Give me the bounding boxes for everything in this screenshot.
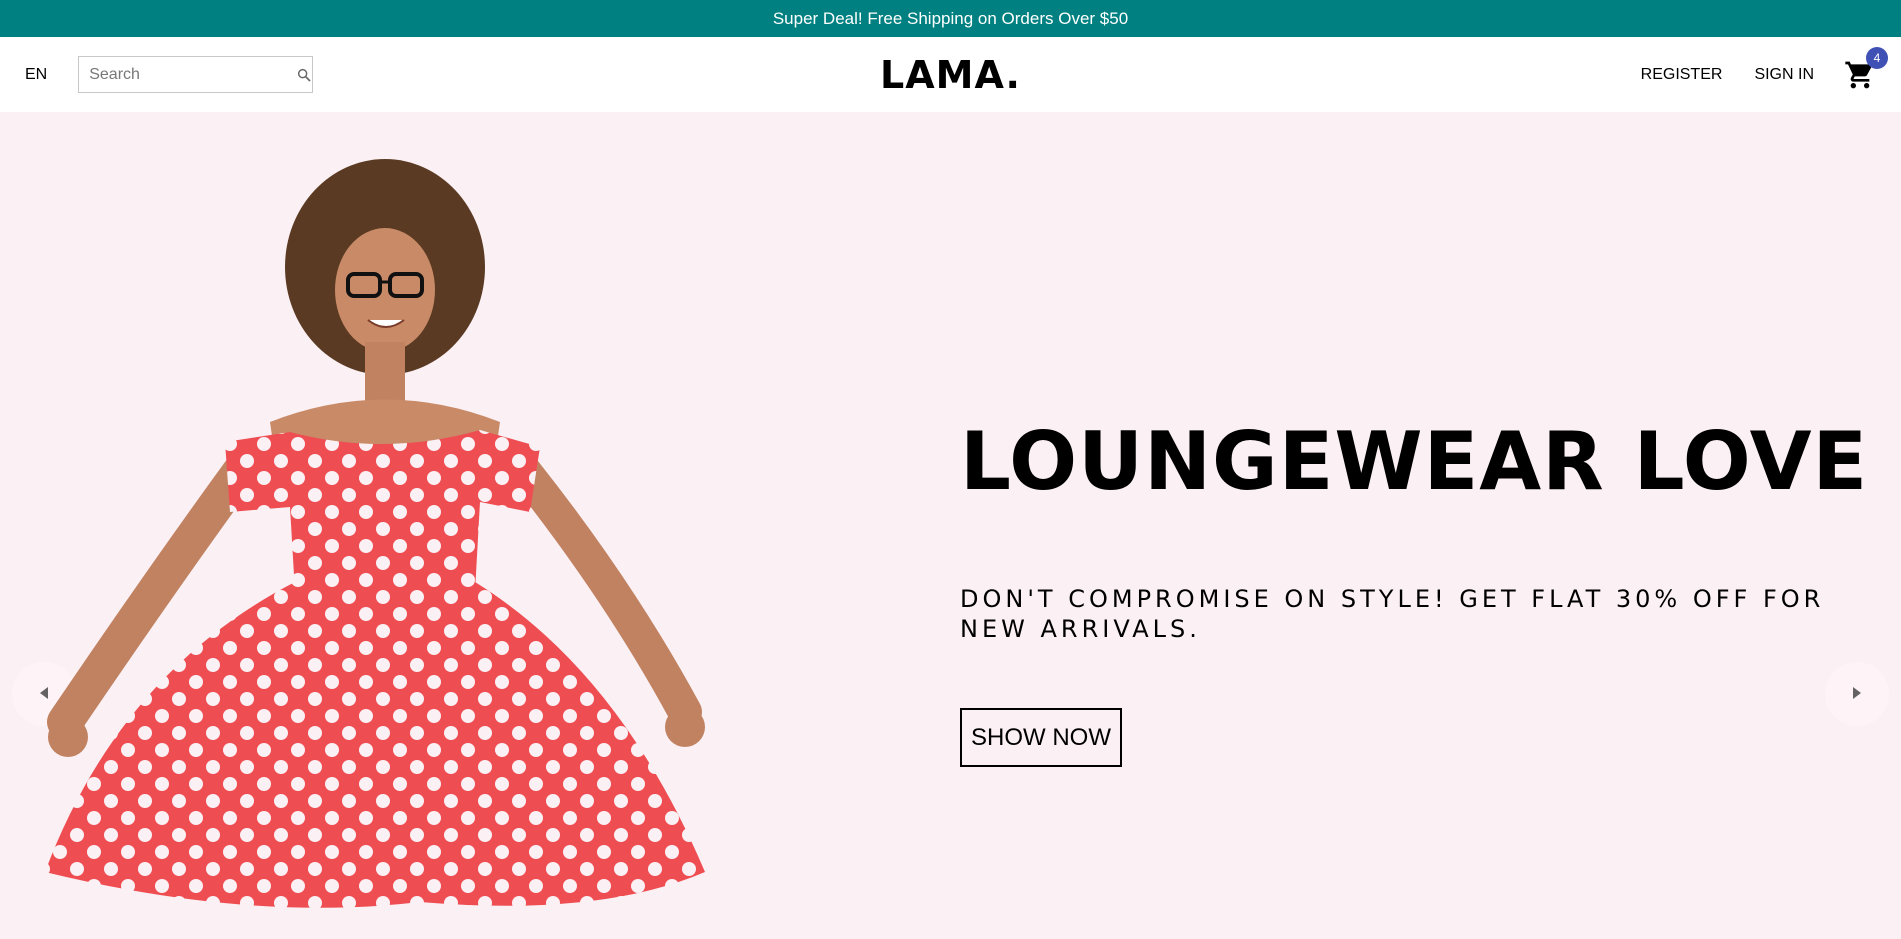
search-icon[interactable] <box>296 67 312 83</box>
language-selector[interactable]: EN <box>25 66 47 84</box>
signin-link[interactable]: SIGN IN <box>1754 66 1814 84</box>
slider-next-button[interactable] <box>1825 662 1889 726</box>
nav-right: REGISTER SIGN IN 4 <box>1259 46 1888 91</box>
slide-title: LOUNGEWEAR LOVE <box>960 415 1869 508</box>
slide-image <box>0 112 920 939</box>
cart-button[interactable]: 4 <box>1844 46 1888 91</box>
announcement-bar: Super Deal! Free Shipping on Orders Over… <box>0 0 1901 37</box>
shopping-cart-icon <box>1844 61 1876 95</box>
nav-center: LAMA. <box>642 53 1259 97</box>
slide: LOUNGEWEAR LOVE DON'T COMPROMISE ON STYL… <box>0 112 1901 939</box>
register-link[interactable]: REGISTER <box>1641 66 1723 84</box>
slide-info: LOUNGEWEAR LOVE DON'T COMPROMISE ON STYL… <box>920 112 1901 939</box>
slide-description: DON'T COMPROMISE ON STYLE! GET FLAT 30% … <box>960 585 1825 643</box>
model-illustration <box>45 159 705 908</box>
search-input[interactable] <box>89 65 297 84</box>
cart-count-badge: 4 <box>1866 46 1888 69</box>
logo[interactable]: LAMA. <box>880 53 1021 97</box>
announcement-text: Super Deal! Free Shipping on Orders Over… <box>772 8 1129 28</box>
arrow-right-icon <box>1851 685 1863 704</box>
navbar: EN LAMA. REGISTER SIGN IN 4 <box>0 37 1901 112</box>
search-box <box>78 56 314 93</box>
hero-slider: LOUNGEWEAR LOVE DON'T COMPROMISE ON STYL… <box>0 112 1901 939</box>
nav-left: EN <box>25 56 642 93</box>
show-now-button[interactable]: SHOW NOW <box>960 708 1122 767</box>
